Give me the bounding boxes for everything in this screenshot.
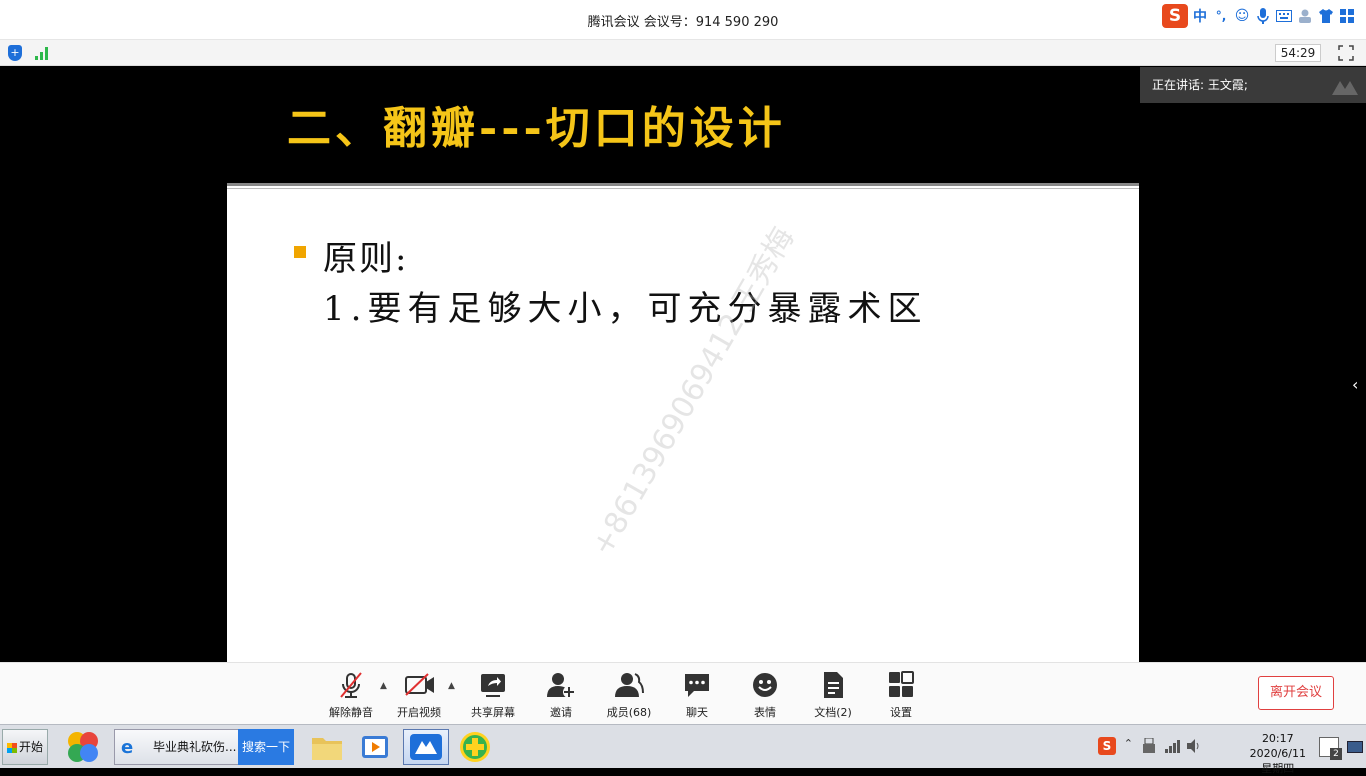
taskbar-tencent-meeting[interactable]: [403, 729, 449, 765]
security-shield-icon[interactable]: +: [8, 45, 22, 61]
leave-meeting-button[interactable]: 离开会议: [1258, 676, 1334, 710]
meeting-status-bar: + 54:29: [0, 40, 1366, 66]
members-icon: [614, 671, 644, 699]
settings-icon: [886, 671, 916, 699]
settings-label: 设置: [890, 706, 912, 719]
slide-heading: 原则:: [323, 239, 409, 279]
start-label: 开始: [18, 740, 43, 754]
unmute-label: 解除静音: [329, 706, 373, 719]
emoji-icon[interactable]: ☺: [1233, 6, 1251, 26]
invite-label: 邀请: [550, 706, 572, 719]
members-button[interactable]: 成员(68): [603, 671, 655, 719]
bullet-square: [294, 246, 306, 258]
keyboard-icon[interactable]: [1275, 6, 1293, 26]
clock-time: 20:17: [1261, 732, 1294, 745]
emoji-button[interactable]: 表情: [745, 671, 785, 719]
documents-label: 文档(2): [814, 706, 852, 719]
ime-lang-indicator[interactable]: 中: [1191, 6, 1209, 26]
notification-count-badge: 2: [1330, 748, 1342, 760]
user-tools-icon[interactable]: [1296, 6, 1314, 26]
pinwheel-app-icon: [68, 732, 98, 762]
usb-device-icon[interactable]: [1142, 737, 1156, 754]
media-player-icon: [362, 736, 388, 758]
chevron-left-icon[interactable]: ‹: [1352, 375, 1358, 394]
show-desktop-icon[interactable]: [1347, 741, 1363, 753]
taskbar-file-explorer[interactable]: [304, 729, 350, 765]
meeting-timer: 54:29: [1275, 44, 1321, 62]
network-tray-icon[interactable]: [1164, 738, 1180, 754]
slide-divider-thin: [227, 188, 1139, 189]
slide-rule-line: 1.要有足够大小，可充分暴露术区: [323, 289, 928, 329]
start-button[interactable]: 开始: [2, 729, 48, 765]
active-speaker-text: 正在讲话: 王文霞;: [1152, 78, 1248, 92]
start-video-label: 开启视频: [397, 706, 441, 719]
sogou-tray-icon[interactable]: S: [1098, 737, 1116, 755]
os-taskbar: 开始 e 毕业典礼砍伤... 搜索一下 S ⌃ 20:17 2020/6/11 …: [0, 724, 1366, 775]
muted-mic-icon: [336, 671, 366, 699]
internet-explorer-icon: e: [121, 737, 134, 758]
volume-icon[interactable]: [1186, 738, 1202, 754]
taskbar-360-guard[interactable]: [452, 729, 498, 765]
chat-icon: [682, 671, 712, 699]
emoji-icon: [750, 671, 780, 699]
skin-shirt-icon[interactable]: [1317, 6, 1335, 26]
document-icon: [818, 671, 848, 699]
microphone-icon[interactable]: [1254, 6, 1272, 26]
sogou-logo-icon[interactable]: S: [1162, 4, 1188, 28]
documents-button[interactable]: 文档(2): [808, 671, 858, 719]
folder-icon: [312, 738, 342, 760]
ie-window-title: 毕业典礼砍伤...: [153, 740, 237, 754]
active-speaker-banner: 正在讲话: 王文霞;: [1140, 67, 1366, 103]
notification-center-icon[interactable]: 2: [1319, 737, 1342, 760]
audio-options-caret[interactable]: ▲: [380, 681, 390, 691]
meeting-toolbar: 解除静音 ▲ 开启视频 ▲ 共享屏幕 邀请 成员(68) 聊天 表情 文档(2)…: [0, 662, 1366, 724]
unmute-button[interactable]: 解除静音: [326, 671, 376, 719]
share-screen-label: 共享屏幕: [471, 706, 515, 719]
share-screen-button[interactable]: 共享屏幕: [468, 671, 518, 719]
start-video-button[interactable]: 开启视频: [394, 671, 444, 719]
ime-toolbar[interactable]: S 中 °, ☺: [1162, 4, 1356, 28]
chat-label: 聊天: [686, 706, 708, 719]
chat-button[interactable]: 聊天: [677, 671, 717, 719]
security-plus-icon: [460, 732, 490, 762]
share-screen-icon: [478, 671, 508, 699]
shared-slide: 原则: 1.要有足够大小，可充分暴露术区: [227, 183, 1139, 662]
settings-button[interactable]: 设置: [881, 671, 921, 719]
tray-expand-icon[interactable]: ⌃: [1124, 737, 1133, 750]
slide-divider: [227, 183, 1139, 186]
tencent-meeting-app-icon: [410, 734, 442, 760]
slide-title: 二、翻瓣---切口的设计: [287, 103, 786, 154]
title-bar: 腾讯会议 会议号：914 590 290 S 中 °, ☺: [0, 0, 1366, 40]
tencent-meeting-logo-icon: [1330, 75, 1360, 95]
invite-icon: [546, 671, 576, 699]
windows-logo-icon: [6, 742, 17, 753]
fullscreen-icon[interactable]: [1338, 45, 1354, 61]
clock-date: 2020/6/11 星期四: [1249, 747, 1306, 775]
search-button[interactable]: 搜索一下: [238, 729, 294, 765]
network-signal-icon[interactable]: [35, 46, 49, 60]
invite-button[interactable]: 邀请: [541, 671, 581, 719]
ime-punct-indicator[interactable]: °,: [1212, 6, 1230, 26]
members-label: 成员(68): [606, 706, 652, 719]
system-clock[interactable]: 20:17 2020/6/11 星期四: [1250, 731, 1306, 776]
video-off-icon: [404, 671, 434, 699]
taskbar-media-player[interactable]: [352, 729, 398, 765]
video-options-caret[interactable]: ▲: [448, 681, 458, 691]
emoji-label: 表情: [754, 706, 776, 719]
grid-menu-icon[interactable]: [1338, 6, 1356, 26]
taskbar-app-pinwheel[interactable]: [60, 729, 106, 765]
